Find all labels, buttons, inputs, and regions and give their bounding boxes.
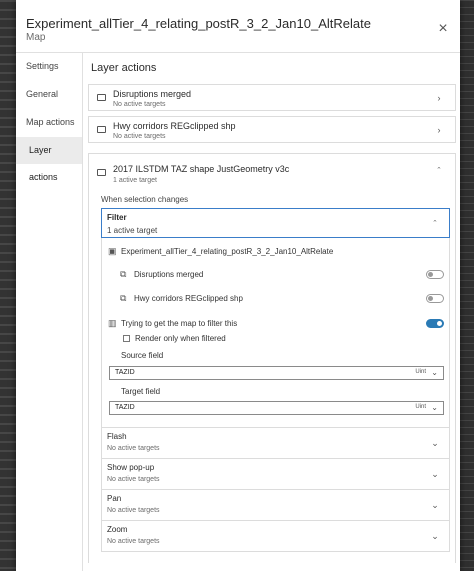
layer-name: Disruptions merged (113, 89, 192, 99)
chevron-right-icon[interactable]: › (433, 124, 445, 136)
layer-icon (97, 126, 106, 133)
action-title: Pan (107, 494, 122, 503)
layer-icon (97, 94, 106, 101)
chevron-up-icon[interactable]: ˆ (433, 165, 445, 177)
sidebar-item-layer-actions[interactable]: Layer actions (16, 137, 82, 182)
source-field-value: TAZID (115, 369, 135, 376)
map-edge-right (460, 0, 474, 571)
sidebar: Settings General Map actions Layer actio… (16, 53, 83, 571)
section-title: Layer actions (91, 62, 157, 74)
chevron-down-icon[interactable]: ⌄ (429, 499, 441, 511)
layer-actions-dialog: Experiment_allTier_4_relating_postR_3_2_… (16, 0, 460, 571)
chevron-down-icon: ⌄ (431, 368, 438, 377)
layer-icon (97, 169, 106, 176)
chevron-down-icon[interactable]: ⌄ (429, 468, 441, 480)
action-title: Zoom (107, 525, 128, 534)
target-field-label: Target field (121, 387, 161, 396)
sidebar-item-map-actions[interactable]: Map actions (16, 109, 82, 136)
layer-status: 1 active target (113, 177, 157, 184)
target-field-type: Uint (415, 404, 426, 410)
map-edge-left (0, 0, 16, 571)
when-selection-label: When selection changes (101, 195, 189, 204)
chevron-down-icon[interactable]: ⌄ (429, 530, 441, 542)
dialog-header: Experiment_allTier_4_relating_postR_3_2_… (16, 0, 460, 53)
chevron-down-icon[interactable]: ⌄ (429, 437, 441, 449)
render-only-checkbox[interactable] (123, 335, 130, 342)
close-icon[interactable]: × (436, 21, 450, 37)
chevron-up-icon[interactable]: ˆ (429, 218, 441, 230)
target-field-select[interactable]: TAZID Uint ⌄ (109, 401, 444, 415)
pan-action[interactable]: Pan No active targets ⌄ (101, 490, 450, 521)
layer-card-hwy[interactable]: Hwy corridors REGclipped shp No active t… (88, 116, 456, 143)
filter-title: Filter (107, 213, 127, 222)
filter-target-name: Trying to get the map to filter this (121, 319, 238, 328)
chart-icon: ▥ (108, 318, 117, 328)
layer-status: No active targets (113, 133, 166, 140)
chevron-right-icon[interactable]: › (433, 92, 445, 104)
action-status: No active targets (107, 538, 160, 545)
dialog-title: Experiment_allTier_4_relating_postR_3_2_… (26, 16, 371, 31)
disruptions-toggle[interactable] (426, 270, 444, 279)
trying-toggle[interactable] (426, 319, 444, 328)
action-title: Flash (107, 432, 127, 441)
action-status: No active targets (107, 476, 160, 483)
render-only-label: Render only when filtered (135, 334, 226, 343)
hwy-toggle[interactable] (426, 294, 444, 303)
toggle-knob (428, 272, 433, 277)
flash-action[interactable]: Flash No active targets ⌄ (101, 428, 450, 459)
dialog-subtitle: Map (26, 32, 46, 43)
chevron-down-icon: ⌄ (431, 403, 438, 412)
layer-icon: ⧉ (120, 269, 127, 279)
map-icon: ▣ (108, 246, 117, 256)
toggle-knob (428, 296, 433, 301)
main-content: Layer actions Disruptions merged No acti… (83, 53, 460, 571)
action-title: Show pop-up (107, 463, 155, 472)
source-field-select[interactable]: TAZID Uint ⌄ (109, 366, 444, 380)
show-popup-action[interactable]: Show pop-up No active targets ⌄ (101, 459, 450, 490)
action-status: No active targets (107, 507, 160, 514)
target-field-value: TAZID (115, 404, 135, 411)
filter-status: 1 active target (107, 226, 158, 235)
filter-map-name: Experiment_allTier_4_relating_postR_3_2_… (121, 247, 334, 256)
action-status: No active targets (107, 445, 160, 452)
layer-name: Hwy corridors REGclipped shp (113, 121, 236, 131)
source-field-label: Source field (121, 351, 164, 360)
layer-name: 2017 ILSTDM TAZ shape JustGeometry v3c (113, 164, 290, 174)
filter-target-name: Disruptions merged (134, 270, 204, 279)
toggle-knob (437, 321, 442, 326)
source-field-type: Uint (415, 369, 426, 375)
layer-icon: ⧉ (120, 293, 127, 303)
layer-card-disruptions[interactable]: Disruptions merged No active targets › (88, 84, 456, 111)
zoom-action[interactable]: Zoom No active targets ⌄ (101, 521, 450, 552)
sidebar-item-settings[interactable]: Settings (16, 53, 82, 80)
filter-panel: ▣ Experiment_allTier_4_relating_postR_3_… (101, 238, 450, 428)
sidebar-item-general[interactable]: General (16, 81, 82, 108)
layer-status: No active targets (113, 101, 166, 108)
filter-target-name: Hwy corridors REGclipped shp (134, 294, 243, 303)
filter-action-header[interactable]: Filter 1 active target ˆ (101, 208, 450, 238)
